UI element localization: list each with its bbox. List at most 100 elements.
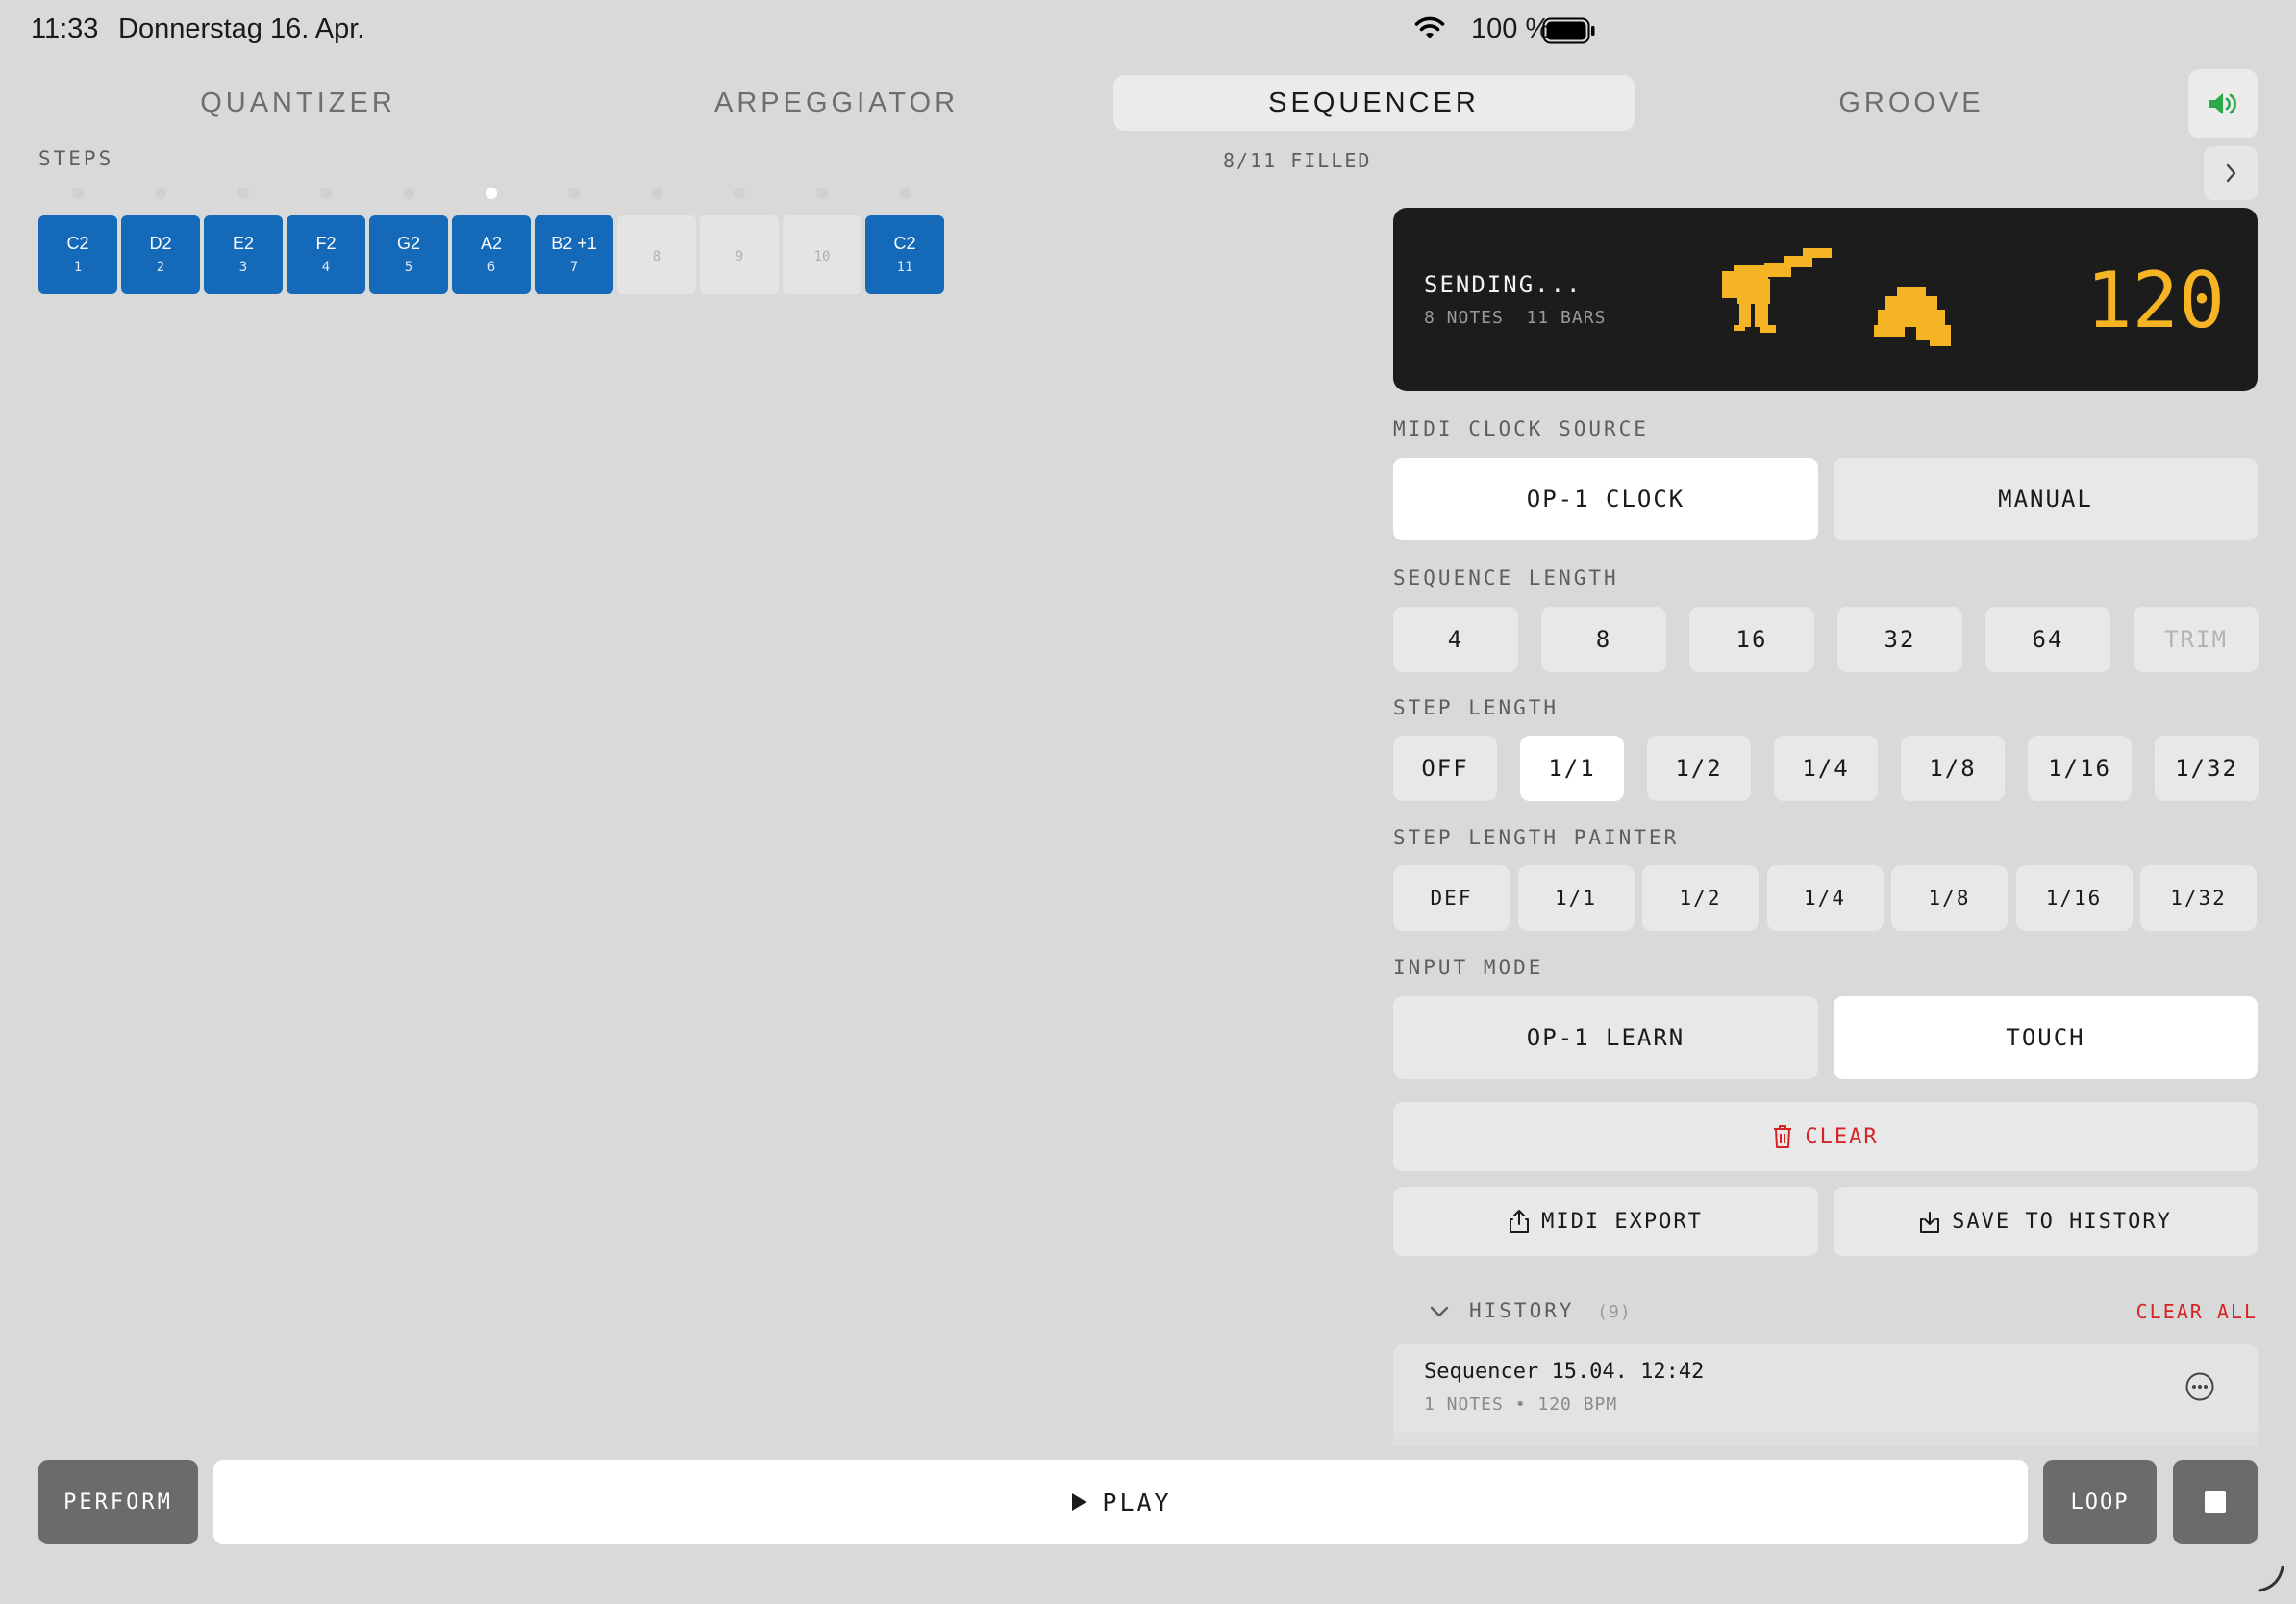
steps-label: STEPS	[38, 147, 114, 170]
step-length-painter-option[interactable]: DEF	[1393, 865, 1510, 931]
sequence-length-option[interactable]: 16	[1689, 607, 1814, 672]
notes-bars-info: 8 NOTES 11 BARS	[1424, 308, 1606, 328]
step-length-option[interactable]: 1/2	[1647, 736, 1751, 801]
save-download-icon	[1920, 1212, 1940, 1233]
wifi-icon	[1414, 16, 1445, 38]
battery-icon	[1542, 17, 1595, 44]
clear-all-button[interactable]: CLEAR ALL	[2136, 1300, 2258, 1323]
tab-quantizer[interactable]: QUANTIZER	[38, 75, 558, 131]
resize-handle-icon[interactable]	[2256, 1564, 2286, 1594]
more-options-icon[interactable]	[2184, 1371, 2215, 1402]
step-note: G2	[396, 234, 420, 253]
stop-icon	[2205, 1491, 2226, 1513]
step-indicator-dot	[651, 188, 662, 199]
input-op1-learn-button[interactable]: OP-1 LEARN	[1393, 996, 1818, 1079]
step-cell[interactable]: 9	[700, 215, 779, 294]
sequence-length-label: SEQUENCE LENGTH	[1393, 566, 1619, 589]
trash-icon	[1774, 1125, 1792, 1148]
step-length-option[interactable]: 1/1	[1520, 736, 1624, 801]
sequencer-display: SENDING... 8 NOTES 11 BARS 120	[1393, 208, 2258, 391]
chevron-right-icon	[2226, 163, 2236, 183]
step-number: 2	[156, 260, 165, 275]
history-header[interactable]: HISTORY (9)	[1469, 1299, 1632, 1322]
clock-manual-button[interactable]: MANUAL	[1834, 458, 2258, 540]
step-cell[interactable]: 8	[617, 215, 696, 294]
step-cell[interactable]: E2 3	[204, 215, 283, 294]
next-button[interactable]	[2204, 146, 2258, 200]
input-touch-button[interactable]: TOUCH	[1834, 996, 2258, 1079]
save-to-history-label: SAVE TO HISTORY	[1952, 1209, 2172, 1234]
step-length-painter-option[interactable]: 1/4	[1766, 865, 1884, 931]
step-indicator-dot	[486, 188, 497, 199]
save-to-history-button[interactable]: SAVE TO HISTORY	[1834, 1187, 2258, 1256]
tab-groove[interactable]: GROOVE	[1652, 75, 2171, 131]
step-number: 7	[569, 260, 579, 275]
step-indicator-dot	[237, 188, 249, 199]
loop-button[interactable]: LOOP	[2043, 1460, 2157, 1544]
midi-export-button[interactable]: MIDI EXPORT	[1393, 1187, 1818, 1256]
sequence-length-option[interactable]: TRIM	[2134, 607, 2259, 672]
step-number: 6	[487, 260, 496, 275]
clock-op1-button[interactable]: OP-1 CLOCK	[1393, 458, 1818, 540]
chevron-down-icon[interactable]	[1429, 1304, 1450, 1319]
step-cell[interactable]: C2 11	[865, 215, 944, 294]
step-cell[interactable]: C2 1	[38, 215, 117, 294]
history-item-bpm: 120 BPM	[1537, 1394, 1618, 1415]
step-note: C2	[893, 234, 916, 253]
sequence-length-option[interactable]: 32	[1837, 607, 1962, 672]
history-item-meta: 1 NOTES • 120 BPM	[1424, 1394, 1618, 1415]
sequence-length-option[interactable]: 64	[1985, 607, 2110, 672]
step-note: E2	[232, 234, 255, 253]
kicking-figure-icon	[1722, 248, 1832, 333]
step-note: F2	[315, 234, 337, 253]
step-length-option[interactable]: OFF	[1393, 736, 1497, 801]
step-length-painter-option[interactable]: 1/32	[2140, 865, 2257, 931]
step-cell[interactable]: 10	[783, 215, 861, 294]
step-length-option[interactable]: 1/16	[2028, 736, 2132, 801]
step-note: B2 +1	[551, 234, 597, 253]
tab-sequencer[interactable]: SEQUENCER	[1113, 75, 1635, 131]
step-note: D2	[149, 234, 172, 253]
step-length-painter-option[interactable]: 1/2	[1642, 865, 1759, 931]
step-note: C2	[66, 234, 89, 253]
step-cell[interactable]: B2 +1 7	[535, 215, 613, 294]
stop-button[interactable]	[2173, 1460, 2258, 1544]
sequence-length-option[interactable]: 8	[1541, 607, 1666, 672]
step-indicator-dot	[568, 188, 580, 199]
sound-toggle-button[interactable]	[2188, 69, 2258, 138]
step-cell[interactable]: A2 6	[452, 215, 531, 294]
step-length-option[interactable]: 1/8	[1901, 736, 2005, 801]
play-icon	[1072, 1493, 1087, 1511]
history-item[interactable]: Sequencer 15.04. 12:42 1 NOTES • 120 BPM	[1393, 1344, 2258, 1431]
history-item-next-peek	[1393, 1431, 2258, 1446]
step-indicator-dot	[155, 188, 166, 199]
midi-export-label: MIDI EXPORT	[1541, 1209, 1703, 1234]
play-button[interactable]: PLAY	[213, 1460, 2028, 1544]
perform-button[interactable]: PERFORM	[38, 1460, 198, 1544]
share-icon	[1510, 1210, 1530, 1233]
step-number: 9	[735, 249, 744, 264]
step-cell[interactable]: G2 5	[369, 215, 448, 294]
sequence-length-option[interactable]: 4	[1393, 607, 1518, 672]
step-length-painter-option[interactable]: 1/8	[1891, 865, 2008, 931]
step-indicator-dot	[403, 188, 414, 199]
tab-arpeggiator[interactable]: ARPEGGIATOR	[577, 75, 1096, 131]
step-cell[interactable]: F2 4	[287, 215, 365, 294]
step-cell[interactable]: D2 2	[121, 215, 200, 294]
clear-label: CLEAR	[1805, 1124, 1879, 1149]
step-number: 8	[652, 249, 661, 264]
speaker-icon	[2209, 93, 2236, 114]
step-length-painter-option[interactable]: 1/16	[2015, 865, 2133, 931]
step-length-painter-option[interactable]: 1/1	[1517, 865, 1635, 931]
clear-button[interactable]: CLEAR	[1393, 1102, 2258, 1171]
step-length-option[interactable]: 1/32	[2155, 736, 2259, 801]
step-note: A2	[480, 234, 503, 253]
step-length-painter-label: STEP LENGTH PAINTER	[1393, 826, 1680, 849]
play-label: PLAY	[1102, 1488, 1172, 1516]
sending-status: SENDING...	[1424, 271, 1583, 298]
step-number: 11	[896, 260, 913, 275]
history-item-title: Sequencer 15.04. 12:42	[1424, 1360, 1705, 1384]
step-length-option[interactable]: 1/4	[1774, 736, 1878, 801]
crouching-figure-icon	[1874, 287, 1951, 346]
step-indicator-dot	[816, 188, 828, 199]
